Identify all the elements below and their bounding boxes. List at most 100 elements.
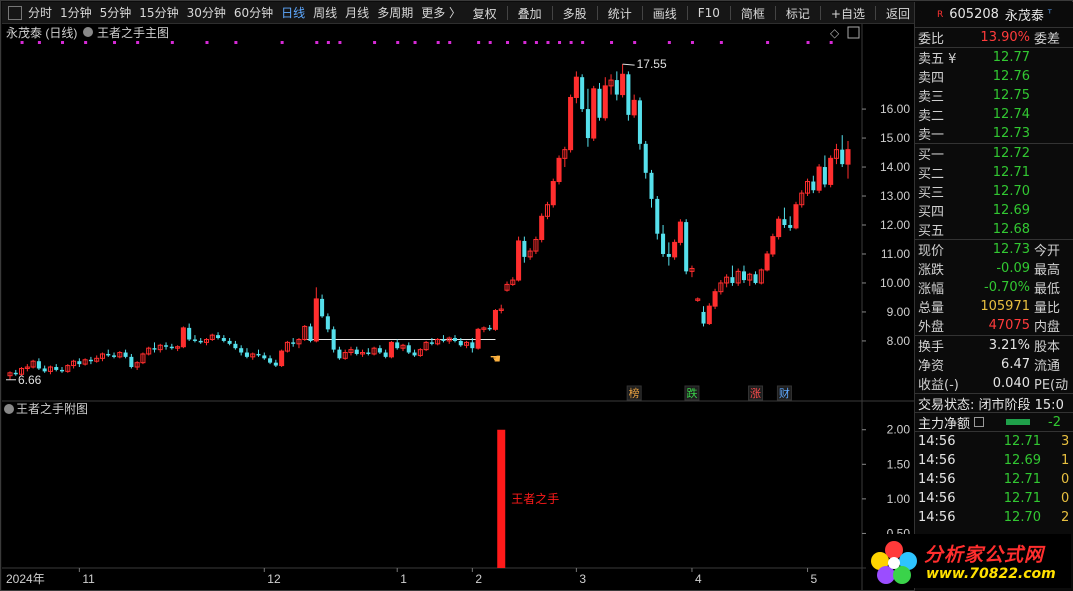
candle-body-down [169, 346, 174, 349]
quote-row: 买四 12.69 [915, 201, 1073, 220]
tool-button[interactable]: 多股 [563, 5, 587, 22]
period-tab[interactable]: 5分钟 [100, 4, 132, 21]
candle-body-down [730, 277, 735, 283]
wei-bi-label: 委比 [918, 32, 945, 47]
candle-body-down [337, 349, 342, 359]
tick-volume: 0 [1061, 472, 1070, 487]
signal-dot [113, 41, 117, 44]
candle-body-down [320, 298, 325, 317]
candle-body-down [614, 80, 619, 95]
tool-button[interactable]: 返回 [886, 5, 910, 22]
y-tick-label: 13.00 [880, 189, 910, 203]
signal-dot [523, 41, 527, 44]
candle-body-down [227, 340, 232, 344]
stock-code: 605208 [949, 7, 999, 22]
sub-dropdown-icon[interactable] [4, 404, 14, 414]
quote-label-right: 最高 [1034, 263, 1061, 278]
tick-price: 12.71 [1003, 434, 1041, 449]
candle-body-down [42, 368, 47, 372]
period-tab[interactable]: 60分钟 [234, 4, 273, 21]
quote-panel: R 605208 永茂泰 ᵀ 委比 13.90% 委差 卖五 ¥ 12.77 卖四 1… [914, 2, 1073, 591]
period-tab[interactable]: 月线 [345, 4, 369, 21]
candle-body-down [643, 143, 648, 173]
quote-label: 净资 [918, 359, 945, 374]
sub-panel-title: 王者之手附图 [16, 402, 88, 416]
candle-body-down [597, 88, 602, 118]
candle-body-down [649, 172, 654, 199]
quote-value: 12.76 [992, 69, 1030, 84]
tick-time: 14:56 [918, 434, 956, 449]
layout-toggle-box[interactable] [8, 5, 22, 20]
quote-label-right: PE(动 [1034, 378, 1069, 393]
y-tick-label: 14.00 [880, 160, 910, 174]
candle-body-down [637, 100, 642, 144]
period-tab[interactable]: 15分钟 [139, 4, 178, 21]
tool-button[interactable]: 简框 [741, 5, 765, 22]
period-tab[interactable]: 分时 [28, 4, 52, 21]
tool-button[interactable]: +自选 [831, 5, 865, 22]
chart-area[interactable]: 永茂泰 (日线) 王者之手主图 ◇8.009.0010.0011.0012.0013… [2, 24, 914, 590]
stock-name: 永茂泰 [1004, 9, 1044, 24]
signal-dot [488, 41, 492, 44]
period-tab[interactable]: 更多 〉 [421, 4, 461, 21]
quote-row: 卖五 ¥ 12.77 [915, 48, 1073, 67]
candle-body-down [377, 348, 382, 353]
candle-body-strong [181, 327, 186, 347]
tool-button[interactable]: F10 [698, 6, 720, 20]
dropdown-icon[interactable] [83, 27, 93, 37]
tick-time: 14:56 [918, 472, 956, 487]
candle-body-down [291, 342, 296, 344]
candle-body-down [77, 361, 82, 365]
candle-body-down [585, 109, 590, 139]
toolbar: 分时 1分钟 5分钟 15分钟 30分钟 60分钟 日线 周线 月线 多周期 更多 〉 复权 叠加 多股… [2, 2, 914, 24]
tool-button[interactable]: 统计 [608, 5, 632, 22]
quote-value: 12.74 [992, 107, 1030, 122]
candle-body-down [580, 77, 585, 110]
candle-body-down [666, 253, 671, 257]
quote-value: 0.040 [992, 376, 1030, 391]
period-tab[interactable]: 30分钟 [187, 4, 226, 21]
candle-body-down [262, 355, 267, 359]
candle-body-strong [314, 298, 319, 341]
period-tab[interactable]: 周线 [313, 4, 337, 21]
tick-price: 12.70 [1003, 510, 1041, 525]
signal-dot [448, 41, 452, 44]
tick-list: 14:56 12.71 3 14:56 12.69 1 14:56 12.71 0 14:56 12… [915, 431, 1073, 527]
tool-button[interactable]: 画线 [653, 5, 677, 22]
candle-body-strong [713, 291, 718, 307]
tick-row: 14:56 12.71 3 [915, 432, 1073, 451]
candle-body-down [741, 271, 746, 281]
candle-body-down [88, 359, 93, 362]
tick-row: 14:56 12.70 2 [915, 508, 1073, 527]
list-icon[interactable] [974, 417, 985, 427]
tick-volume: 1 [1061, 453, 1070, 468]
x-tick-label: 11 [82, 572, 95, 586]
candle-body-down [187, 327, 192, 340]
tool-button[interactable]: 标记 [786, 5, 810, 22]
tick-price: 12.71 [1003, 491, 1041, 506]
quote-value: 12.71 [992, 165, 1030, 180]
signal-dot [234, 41, 238, 44]
event-badge-label: 跌 [686, 386, 697, 400]
tool-button[interactable]: 叠加 [518, 5, 542, 22]
sub-y-tick-label: 1.50 [887, 457, 911, 471]
quote-label-right: 股本 [1034, 340, 1061, 355]
quote-label: 卖二 [918, 109, 945, 124]
sub-y-tick-label: 2.00 [887, 423, 911, 437]
candle-body-down [395, 342, 400, 349]
candle-body-strong [776, 219, 781, 237]
wei-cha-label: 委差 [1034, 32, 1061, 47]
toolbar-separator [686, 6, 688, 20]
app-window: 分时 1分钟 5分钟 15分钟 30分钟 60分钟 日线 周线 月线 多周期 更多 〉 复权 叠加 多股… [0, 0, 1073, 591]
candle-body-down [840, 149, 845, 165]
period-tab[interactable]: 多周期 [377, 4, 413, 21]
trade-state-row: 交易状态: 闭市阶段 15:0 [915, 393, 1073, 413]
candle-body-down [354, 349, 359, 354]
quote-label: 涨幅 [918, 282, 945, 297]
period-tab[interactable]: 1分钟 [60, 4, 92, 21]
signal-dot [326, 41, 330, 44]
candle-body-strong [620, 74, 625, 95]
tool-button[interactable]: 复权 [473, 5, 497, 22]
period-tab[interactable]: 日线 [281, 4, 305, 21]
pin-icon[interactable]: ᵀ [1048, 9, 1052, 20]
